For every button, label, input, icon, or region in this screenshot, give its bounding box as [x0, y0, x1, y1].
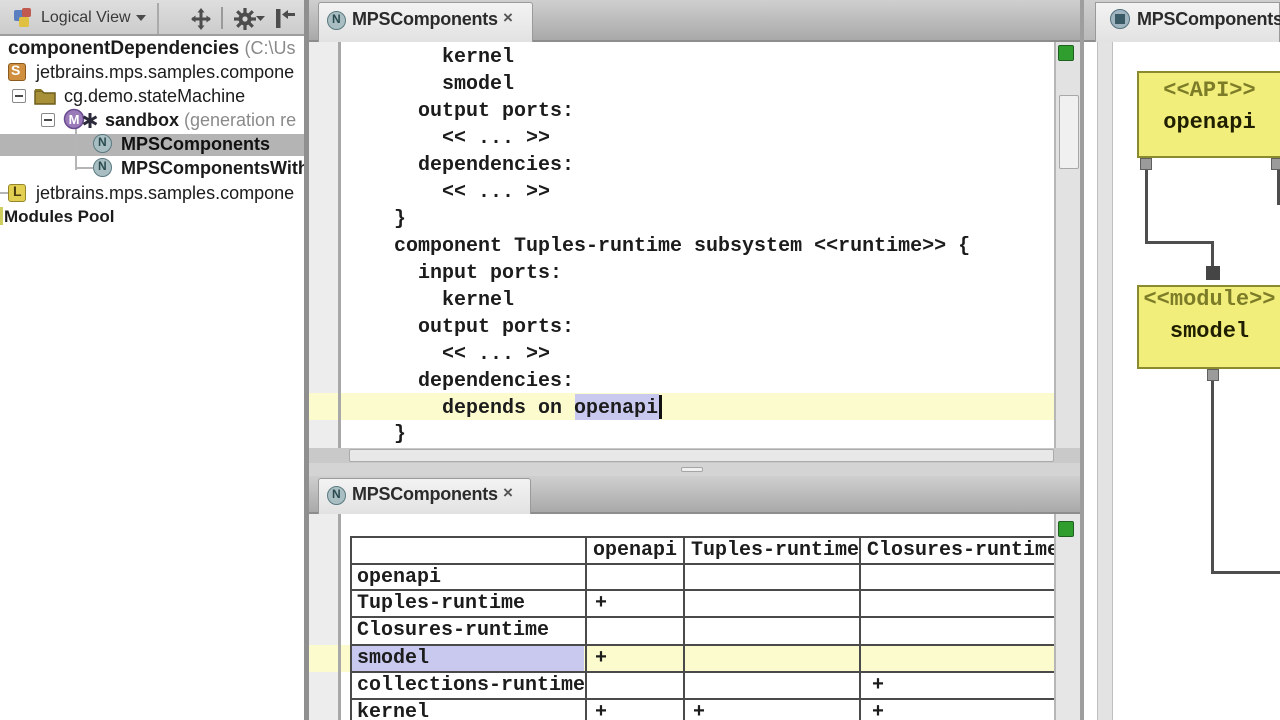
svg-text:M: M [69, 112, 80, 127]
